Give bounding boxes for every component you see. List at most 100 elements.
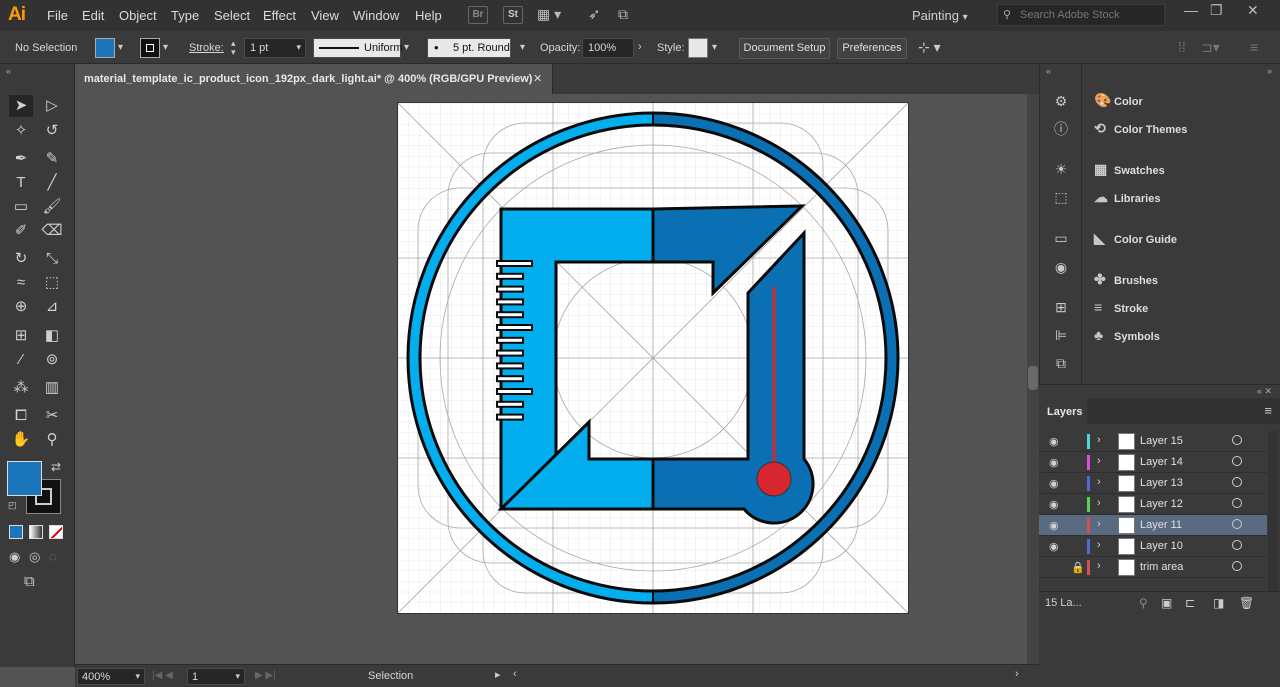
lasso-tool-icon[interactable]: ↺ [40,120,64,142]
scale-tool-icon[interactable]: ⤡ [40,248,64,270]
layers-scrollbar[interactable] [1268,431,1278,591]
first-artboard-icon[interactable]: |◀ ◀ [152,670,173,681]
visibility-eye-icon[interactable]: ◉ [1049,435,1059,448]
graph-tool-icon[interactable]: ▥ [40,377,64,399]
expand-icon[interactable]: › [1097,434,1101,446]
layer-name[interactable]: trim area [1140,561,1183,573]
panel-color-themes[interactable]: ⟲ Color Themes [1094,120,1187,142]
bridge-button[interactable]: Br [468,6,488,24]
stroke-stepper[interactable]: ▴ ▾ [231,39,236,57]
chevron-down-icon[interactable]: ▾ [118,42,123,53]
eyedropper-tool-icon[interactable]: ⁄ [9,349,33,371]
magic-wand-tool-icon[interactable]: ✧ [9,120,33,142]
scroll-right-icon[interactable]: › [1015,668,1019,680]
stock-button[interactable]: St [503,6,523,24]
gradient-panel-icon[interactable]: ▭ [1052,229,1070,247]
collapse-icon[interactable]: « ✕ [1257,386,1272,397]
layer-name[interactable]: Layer 12 [1140,498,1183,510]
sun-icon[interactable]: ☀ [1052,160,1070,178]
symbol-sprayer-tool-icon[interactable]: ⁂ [9,377,33,399]
menu-window[interactable]: Window [353,8,399,23]
panel-color[interactable]: 🎨 Color [1094,92,1143,114]
vertical-scrollbar[interactable] [1027,94,1039,664]
shape-builder-tool-icon[interactable]: ⊕ [9,296,33,318]
menu-object[interactable]: Object [119,8,157,23]
draw-inside-icon[interactable]: ◌ [49,549,57,564]
stock-search-input[interactable]: ⚲ Search Adobe Stock [997,4,1165,26]
layer-name[interactable]: Layer 10 [1140,540,1183,552]
transform-panel-icon[interactable]: ⊞ [1052,298,1070,316]
expand-icon[interactable]: › [1097,560,1101,572]
scroll-left-icon[interactable]: ‹ [513,668,517,680]
new-sublayer-icon[interactable]: ⊏ [1185,596,1195,610]
layer-name[interactable]: Layer 11 [1140,519,1182,531]
chevron-down-icon[interactable]: ▾ [404,42,409,53]
properties-icon[interactable]: ⚙ [1052,92,1070,110]
color-mode-icon[interactable] [9,525,23,539]
target-icon[interactable] [1232,477,1242,487]
visibility-eye-icon[interactable]: ◉ [1049,477,1059,490]
default-colors-icon[interactable]: ◰ [8,500,17,511]
draw-normal-icon[interactable]: ◉ [9,549,20,565]
panel-libraries[interactable]: ☁ Libraries [1094,189,1160,211]
blend-tool-icon[interactable]: ⊚ [40,349,64,371]
align-icon[interactable]: ⊹ ▾ [918,39,941,56]
minimize-icon[interactable]: — [1184,2,1198,18]
toolbar-panel-icon[interactable]: ⧉ [618,6,628,23]
menu-icon[interactable]: ≡ [1250,39,1258,55]
restore-icon[interactable]: ❐ [1210,2,1223,19]
menu-file[interactable]: File [47,8,68,23]
close-icon[interactable]: ✕ [1247,2,1259,19]
hand-tool-icon[interactable]: ✋ [9,429,33,451]
tab-document[interactable]: material_template_ic_product_icon_192px_… [75,64,553,94]
artboard-tool-icon[interactable]: ⧠ [9,405,33,427]
width-tool-icon[interactable]: ≈ [9,272,33,294]
rectangle-tool-icon[interactable]: ▭ [9,196,33,218]
gpu-performance-icon[interactable]: ➶ [588,5,601,23]
menu-help[interactable]: Help [415,8,442,23]
graphic-style-swatch[interactable] [688,38,708,58]
clipping-mask-icon[interactable]: ▣ [1161,596,1172,610]
panel-symbols[interactable]: ♣ Symbols [1094,327,1160,349]
new-layer-icon[interactable]: ◨ [1213,596,1224,610]
panel-brushes[interactable]: ✤ Brushes [1094,271,1158,293]
paintbrush-tool-icon[interactable]: 🖌 [40,196,64,218]
transform-icon[interactable]: ⊐▾ [1201,39,1220,56]
chevron-down-icon[interactable]: ▾ [520,42,525,53]
screen-mode-icon[interactable]: ⧉ [24,573,35,590]
draw-behind-icon[interactable]: ◎ [29,549,40,565]
layer-row[interactable]: ◉ › Layer 12 [1039,494,1267,515]
workspace-switcher[interactable]: Painting ▾ [912,8,968,23]
layer-row[interactable]: ◉ › Layer 14 [1039,452,1267,473]
stroke-swatch[interactable] [140,38,160,58]
collapse-icon[interactable]: « [6,66,11,76]
appearance-icon[interactable]: ◉ [1052,258,1070,276]
preferences-button[interactable]: Preferences [837,38,907,59]
stroke-weight-input[interactable]: 1 pt ▾ [244,38,306,58]
target-icon[interactable] [1232,519,1242,529]
locate-object-icon[interactable]: ⚲ [1139,596,1148,610]
fill-color-box[interactable] [7,461,42,496]
expand-icon[interactable]: › [1097,539,1101,551]
chevron-down-icon[interactable]: ▾ [712,42,717,53]
layer-row[interactable]: ◉ › Layer 15 [1039,431,1267,452]
menu-type[interactable]: Type [171,8,199,23]
target-icon[interactable] [1232,561,1242,571]
info-icon[interactable]: ⓘ [1052,120,1070,138]
target-icon[interactable] [1232,456,1242,466]
expand-icon[interactable]: › [1097,455,1101,467]
canvas[interactable] [75,94,1027,664]
layer-row[interactable]: 🔒 › trim area [1039,557,1267,578]
document-setup-button[interactable]: Document Setup [739,38,830,59]
selection-tool-icon[interactable]: ➤ [9,95,33,117]
isolate-icon[interactable]: ⁞⁞ [1178,39,1186,55]
type-tool-icon[interactable]: T [9,172,33,194]
brush-definition[interactable]: • 5 pt. Round [427,38,511,58]
slice-tool-icon[interactable]: ✂ [40,405,64,427]
fill-swatch[interactable] [95,38,115,58]
scroll-thumb[interactable] [1028,366,1038,390]
visibility-eye-icon[interactable]: ◉ [1049,540,1059,553]
export-icon[interactable]: ⬚ [1052,188,1070,206]
visibility-eye-icon[interactable]: ◉ [1049,498,1059,511]
expand-icon[interactable]: › [1097,518,1101,530]
